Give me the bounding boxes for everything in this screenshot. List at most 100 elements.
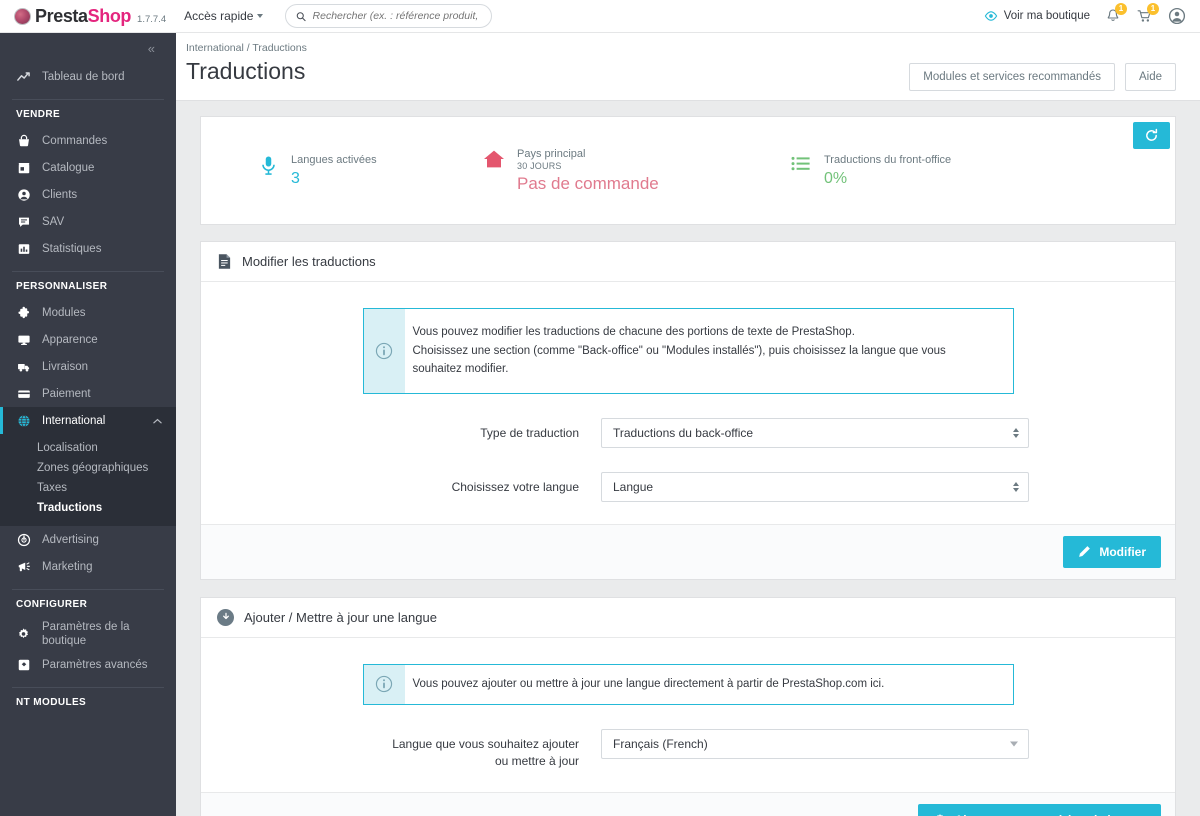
sidebar-item-statistiques[interactable]: Statistiques	[0, 235, 176, 262]
sidebar-item-taxes[interactable]: Taxes	[0, 478, 176, 498]
page-header: International / Traductions Traductions …	[176, 33, 1200, 101]
modify-panel-info-alert: Vous pouvez modifier les traductions de …	[362, 308, 1014, 394]
form-row-type-traduction: Type de traduction Traductions du back-o…	[201, 417, 1175, 448]
brand-logo[interactable]: PrestaShop 1.7.7.4	[0, 5, 166, 27]
add-panel-header: Ajouter / Mettre à jour une langue	[201, 597, 1175, 638]
refresh-icon	[1146, 128, 1158, 141]
collapse-sidebar-icon[interactable]: «	[148, 41, 155, 56]
kpi-label: Langues activées	[291, 153, 377, 166]
sidebar-item-advertising[interactable]: Advertising	[0, 526, 176, 553]
basket-icon	[16, 134, 31, 148]
sidebar-item-international[interactable]: International	[0, 407, 176, 434]
type-traduction-label: Type de traduction	[480, 425, 579, 440]
modify-panel-title: Modifier les traductions	[242, 254, 376, 269]
sidebar-item-dashboard[interactable]: Tableau de bord	[0, 63, 176, 90]
sidebar-section-title-nt-modules: NT MODULES	[16, 697, 87, 708]
orders-notifications-button[interactable]: 1	[1136, 3, 1159, 24]
info-line-1: Vous pouvez modifier les traductions de …	[412, 326, 855, 338]
target-icon	[16, 533, 31, 547]
page-title: Traductions	[186, 58, 306, 84]
kpi-value: 0%	[824, 170, 848, 188]
breadcrumb-parent[interactable]: International	[186, 42, 244, 54]
sidebar-item-label: International	[42, 414, 106, 427]
add-update-language-panel: Ajouter / Mettre à jour une langue Vous …	[200, 596, 1176, 816]
sidebar-item-paiement[interactable]: Paiement	[0, 380, 176, 407]
sidebar-item-marketing[interactable]: Marketing	[0, 553, 176, 580]
kpi-panel: Langues activées 3 Pays principal 30 JOU…	[200, 116, 1176, 225]
sidebar-divider	[12, 271, 164, 272]
sidebar-item-label: Tableau de bord	[42, 70, 125, 83]
choisissez-langue-select[interactable]: Langue	[601, 471, 1029, 502]
langue-ajouter-select[interactable]: Français (French)	[601, 728, 1029, 759]
puzzle-icon	[16, 306, 31, 320]
sidebar-item-commandes[interactable]: Commandes	[0, 127, 176, 154]
sidebar-divider	[12, 687, 164, 688]
langue-ajouter-value: Français (French)	[613, 736, 708, 751]
pencil-icon	[1078, 545, 1091, 558]
modifier-button[interactable]: Modifier	[1063, 535, 1161, 568]
search-input[interactable]	[312, 10, 482, 22]
chat-icon	[16, 215, 31, 229]
sidebar-item-label: Livraison	[42, 360, 89, 373]
sidebar-item-label: Paramètres de la boutique	[42, 620, 130, 647]
sidebar-item-zones-geographiques[interactable]: Zones géographiques	[0, 458, 176, 478]
info-icon-bar	[363, 664, 405, 704]
sidebar-item-clients[interactable]: Clients	[0, 181, 176, 208]
gear-icon	[16, 627, 31, 642]
chevron-up-icon	[153, 418, 162, 424]
bar-chart-icon	[16, 242, 31, 256]
sidebar-section-title-personnaliser: PERSONNALISER	[16, 281, 108, 292]
sidebar-divider	[12, 99, 164, 100]
info-line-3: souhaitez modifier.	[412, 363, 509, 376]
kpi-value: Pas de commande	[517, 174, 659, 194]
kpi-traductions-front-office[interactable]: Traductions du front-office 0%	[767, 153, 1067, 189]
user-menu-button[interactable]	[1168, 7, 1186, 25]
sidebar-item-localisation[interactable]: Localisation	[0, 438, 176, 458]
sidebar-item-traductions[interactable]: Traductions	[0, 498, 176, 518]
ajouter-mettre-a-jour-button[interactable]: Ajouter ou mettre à jour la langue	[917, 804, 1161, 816]
page-actions: Modules et services recommandés Aide	[909, 58, 1176, 91]
info-icon	[375, 676, 393, 693]
quick-access-menu[interactable]: Accès rapide	[184, 9, 264, 23]
notifications-button[interactable]: 1	[1105, 3, 1127, 24]
sidebar-item-label: Modules	[42, 306, 86, 319]
sidebar-item-parametres-boutique[interactable]: Paramètres de la boutique	[0, 617, 176, 651]
sidebar-item-sav[interactable]: SAV	[0, 208, 176, 235]
sidebar-item-modules[interactable]: Modules	[0, 299, 176, 326]
sidebar-item-label: Statistiques	[42, 242, 102, 255]
trend-line-icon	[16, 70, 31, 84]
kpi-langues-activees[interactable]: Langues activées 3	[201, 153, 449, 189]
langue-ajouter-label-line2: ou mettre à jour	[494, 753, 579, 768]
info-line-2: Choisissez une section (comme "Back-offi…	[412, 344, 946, 357]
add-panel-body: Vous pouvez ajouter ou mettre à jour une…	[201, 638, 1175, 792]
sidebar-item-label: Advertising	[42, 533, 99, 546]
add-panel-title: Ajouter / Mettre à jour une langue	[244, 609, 437, 625]
store-icon	[16, 161, 31, 175]
sidebar-item-livraison[interactable]: Livraison	[0, 353, 176, 380]
sidebar-item-parametres-avances[interactable]: Paramètres avancés	[0, 651, 176, 678]
recommended-modules-button[interactable]: Modules et services recommandés	[909, 63, 1115, 91]
view-shop-link[interactable]: Voir ma boutique	[984, 9, 1090, 23]
add-panel-info-alert: Vous pouvez ajouter ou mettre à jour une…	[362, 663, 1014, 705]
search-box[interactable]	[285, 4, 493, 28]
home-icon	[482, 147, 506, 169]
sidebar-item-label: Catalogue	[42, 161, 95, 174]
info-icon	[375, 342, 393, 360]
kpi-pays-principal[interactable]: Pays principal 30 JOURS Pas de commande	[449, 147, 767, 195]
breadcrumb-current: Traductions	[252, 42, 307, 54]
type-traduction-select[interactable]: Traductions du back-office	[601, 417, 1029, 448]
sidebar-item-apparence[interactable]: Apparence	[0, 326, 176, 353]
brand-name-shop: Shop	[87, 6, 132, 26]
modify-panel-body: Vous pouvez modifier les traductions de …	[201, 282, 1175, 524]
help-button[interactable]: Aide	[1124, 63, 1176, 91]
microphone-icon	[256, 153, 280, 177]
monitor-icon	[16, 333, 31, 347]
info-icon-bar	[363, 309, 405, 393]
truck-icon	[16, 360, 31, 374]
sidebar-item-catalogue[interactable]: Catalogue	[0, 154, 176, 181]
kpi-sublabel: 30 JOURS	[517, 161, 562, 172]
top-header-bar: PrestaShop 1.7.7.4 Accès rapide Voir ma …	[0, 0, 1200, 33]
langue-ajouter-label-line1: Langue que vous souhaitez ajouter	[392, 736, 579, 751]
kpi-refresh-button[interactable]	[1133, 122, 1170, 149]
megaphone-icon	[16, 560, 31, 574]
